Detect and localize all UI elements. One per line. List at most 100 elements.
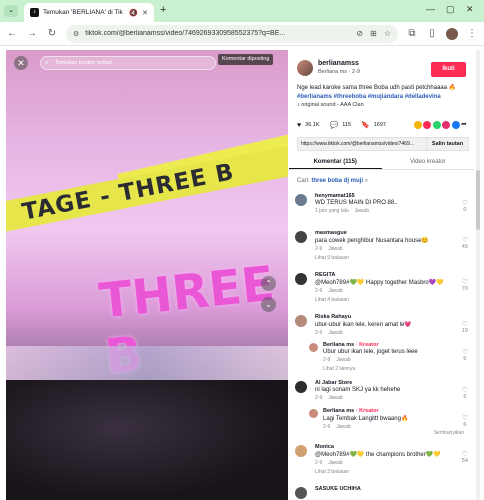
tab-search-button[interactable]: ⌄ <box>4 5 18 17</box>
reply-button[interactable]: Jawab <box>328 288 342 294</box>
reply-username-row: Berliana ms · Kreator <box>323 408 452 414</box>
comment-username[interactable]: henymamat165 <box>315 193 452 199</box>
instagram-icon[interactable] <box>442 121 450 129</box>
description-text: Nge lead karoke sama three Boba udh past… <box>297 85 457 91</box>
bookmark-star-icon[interactable]: ☆ <box>384 29 391 38</box>
reply-like[interactable]: ♡ 6 <box>462 348 468 362</box>
comment-username[interactable]: Riska Rahayu <box>315 314 452 320</box>
search-icon: ⌕ <box>45 60 49 66</box>
comment-like[interactable]: ♡ 19 <box>462 320 468 334</box>
view-replies[interactable]: Lihat 4 balasan <box>315 297 452 303</box>
install-icon[interactable]: ⊞ <box>370 29 377 38</box>
address-bar[interactable]: ⚙ tiktok.com/@berlianamss/video/74692693… <box>66 24 398 43</box>
action-bar: ♥ 36.1K 💬 115 🔖 1697 ➦ <box>297 121 469 129</box>
reply-date: 2-9 <box>323 357 331 363</box>
comment-like[interactable]: ♡ 54 <box>462 450 468 464</box>
avatar[interactable] <box>295 445 307 457</box>
view-more-replies[interactable]: Lihat 2 lainnya <box>323 366 452 372</box>
previous-video-icon[interactable]: ⌃ <box>261 276 276 291</box>
comment-like[interactable]: ♡ 0 <box>462 199 468 213</box>
avatar[interactable] <box>309 409 318 418</box>
search-hint-query[interactable]: three boba dj muji <box>311 178 363 184</box>
tab-comments[interactable]: Komentar (115) <box>289 156 382 169</box>
reload-icon[interactable]: ↻ <box>46 28 58 39</box>
avatar[interactable] <box>295 315 307 327</box>
bookmark-count: 1697 <box>373 122 386 128</box>
reply-username[interactable]: Berliana ms <box>323 342 354 348</box>
reply-button[interactable]: Jawab <box>328 330 342 336</box>
comment-date: 2-9 <box>315 395 323 401</box>
comment-like[interactable]: ♡ 70 <box>462 278 468 292</box>
new-tab-icon[interactable]: + <box>160 4 166 16</box>
like-count: 54 <box>461 458 468 464</box>
maximize-icon[interactable]: ▢ <box>446 4 455 15</box>
comment-username[interactable]: Monica <box>315 444 452 450</box>
comment-icon[interactable]: 💬 <box>330 121 339 129</box>
heart-icon[interactable]: ♥ <box>297 122 301 129</box>
video-link[interactable]: https://www.tiktok.com/@berlianamss/vide… <box>297 137 427 151</box>
comment-meta: 2-9 Jawab <box>315 395 452 401</box>
avatar[interactable] <box>295 194 307 206</box>
comment-search-hint[interactable]: Cari: three boba dj muji ⌕ <box>297 178 368 185</box>
author-block[interactable]: berlianamss Berliana ms · 2-9 <box>297 60 360 76</box>
reply-button[interactable]: Jawab <box>328 395 342 401</box>
send-icon[interactable] <box>423 121 431 129</box>
sound-link[interactable]: ♪ original sound - AAA Clan <box>297 102 364 108</box>
comment-meta: 1 jam yang lalu Jawab <box>315 208 452 214</box>
author-avatar[interactable] <box>297 60 313 76</box>
view-replies[interactable]: Lihat 9 balasan <box>315 255 452 261</box>
follow-button[interactable]: Ikuti <box>431 62 466 77</box>
profile-avatar[interactable] <box>446 27 458 40</box>
video-player[interactable]: TAGE - THREE B THREE B ✕ ⌕ Temukan konte… <box>6 50 288 500</box>
browser-tab[interactable]: ♪ Temukan 'BERLIANA' di Tik 🔇 ✕ <box>24 3 154 22</box>
comment-username[interactable]: SASUKE UCHIHA <box>315 486 452 492</box>
next-video-icon[interactable]: ⌄ <box>261 297 276 312</box>
site-info-icon[interactable]: ⚙ <box>73 30 79 38</box>
hide-replies-button[interactable]: Sembunyikan <box>434 430 464 436</box>
reply-button[interactable]: Jawab <box>336 357 350 363</box>
reply-button[interactable]: Jawab <box>355 208 369 214</box>
comment-username[interactable]: REGITA <box>315 272 452 278</box>
embed-icon[interactable] <box>413 121 422 129</box>
list-item: henymamat165 WD TERUS MAIN DI PRO 88.. 1… <box>295 193 474 230</box>
copy-link-button[interactable]: Salin tautan <box>427 137 469 151</box>
whatsapp-icon[interactable] <box>432 121 441 129</box>
report-button[interactable]: Komentar diposting <box>218 54 274 65</box>
avatar[interactable] <box>295 231 307 243</box>
reply-like[interactable]: ♡ 6 <box>462 414 468 428</box>
close-video-icon[interactable]: ✕ <box>14 56 28 70</box>
share-arrow-icon[interactable]: ➦ <box>461 121 469 129</box>
back-icon[interactable]: ← <box>6 28 18 39</box>
mute-icon[interactable]: 🔇 <box>129 9 138 17</box>
forward-icon[interactable]: → <box>26 28 38 39</box>
minimize-icon[interactable]: — <box>426 4 435 14</box>
scrollbar-track[interactable] <box>476 50 480 500</box>
menu-icon[interactable]: ⋮ <box>466 28 478 39</box>
author-username[interactable]: berlianamss <box>318 60 360 67</box>
avatar[interactable] <box>295 273 307 285</box>
avatar[interactable] <box>309 343 318 352</box>
extensions-icon[interactable]: ⧉ <box>406 28 418 39</box>
sidebar-icon[interactable]: ▯ <box>426 28 438 39</box>
reply-username[interactable]: Berliana ms <box>323 408 354 414</box>
hashtags[interactable]: #berlianams #threeboba #mujiandara #dell… <box>297 94 441 100</box>
view-replies[interactable]: Lihat 3 balasan <box>315 469 452 475</box>
bookmark-icon[interactable]: 🔖 <box>361 121 370 129</box>
avatar[interactable] <box>295 381 307 393</box>
facebook-icon[interactable] <box>451 121 460 129</box>
comment-username[interactable]: Al Jabar Store <box>315 380 452 386</box>
no-cast-icon[interactable]: ⊘ <box>356 29 363 38</box>
close-window-icon[interactable]: ✕ <box>466 4 474 15</box>
reply-button[interactable]: Jawab <box>328 460 342 466</box>
comment-username[interactable]: masmasgue <box>315 230 452 236</box>
comment-like[interactable]: ♡ 45 <box>462 236 468 250</box>
tab-creator-videos[interactable]: Video kreator <box>382 156 475 169</box>
avatar[interactable] <box>295 487 307 499</box>
reply-button[interactable]: Jawab <box>328 246 342 252</box>
heart-icon: ♡ <box>461 200 468 207</box>
scrollbar-thumb[interactable] <box>476 170 480 230</box>
reply-button[interactable]: Jawab <box>336 424 350 430</box>
comment-like[interactable]: ♡ 5 <box>462 386 468 400</box>
related-search-pill[interactable]: ⌕ Temukan konten terkait <box>40 56 216 70</box>
close-tab-icon[interactable]: ✕ <box>142 9 148 17</box>
